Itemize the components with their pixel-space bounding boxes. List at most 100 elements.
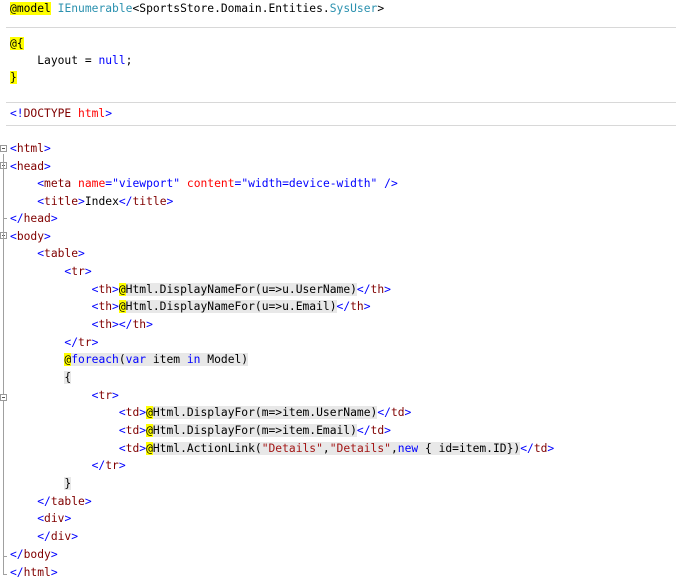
code-line-30[interactable]: <div> [10,510,71,527]
bracket: < [10,230,17,243]
code-line-13[interactable]: </head> [10,210,58,227]
bracket: < [118,424,126,437]
code-line-19[interactable]: <th></th> [10,316,153,333]
collapse-html-icon[interactable] [0,145,7,152]
tag-name: body [23,548,51,561]
code-line-21[interactable]: @foreach(var item in Model) [10,351,249,368]
tag-name: td [125,424,140,437]
bracket: > [44,160,51,173]
code-line-1[interactable]: @model IEnumerable<SportsStore.Domain.En… [10,0,384,17]
code-line-29[interactable]: </table> [10,493,91,510]
type-ienumerable: IEnumerable [57,2,133,15]
code-line-27[interactable]: </tr> [10,457,126,474]
bracket: > [404,406,412,419]
bracket: </ [64,336,79,349]
code-line-15[interactable]: <table> [10,245,85,262]
code-line-20[interactable]: </tr> [10,334,98,351]
code-line-17[interactable]: <th>@Html.DisplayNameFor(u=>u.UserName)<… [10,281,391,298]
layout-assign: Layout = [37,54,99,67]
bracket: > [384,424,391,437]
comma: , [390,442,398,455]
code-line-31[interactable]: </div> [10,528,78,545]
bracket: > [105,107,113,120]
tag-name: tr [105,459,119,472]
code-line-3[interactable]: @{ [10,35,24,52]
bracket: </ [10,548,24,561]
bracket: > [547,442,555,455]
code-line-25[interactable]: <td>@Html.DisplayFor(m=>item.Email)</td> [10,422,391,439]
generic-arg: <SportsStore.Domain.Entities. [132,2,330,15]
code-line-22[interactable]: { [10,369,72,386]
code-line-14[interactable]: <body> [10,228,51,245]
razor-expression: Html.DisplayFor(m=>item.UserName) [152,406,378,419]
code-line-24[interactable]: <td>@Html.DisplayFor(m=>item.UserName)</… [10,404,411,421]
code-line-32[interactable]: </body> [10,546,58,563]
tag-name: td [125,442,140,455]
bracket: > [71,530,79,543]
tag-name: table [44,247,79,260]
bracket: </ [356,283,371,296]
code-line-26[interactable]: <td>@Html.ActionLink("Details","Details"… [10,440,554,457]
bracket: </ [10,566,24,579]
identifier: item [146,353,187,366]
tag-name: title [132,195,167,208]
razor-marker: @ [118,283,126,296]
tag-name: th [98,300,113,313]
tag-name: tr [98,389,113,402]
tag-name: body [16,230,45,243]
brace-close: } [64,477,72,490]
code-line-18[interactable]: <th>@Html.DisplayNameFor(u=>u.Email)</th… [10,298,371,315]
bracket: ></ [112,318,133,331]
bracket: </ [377,406,391,419]
bracket: <! [10,107,24,120]
code-line-28[interactable]: } [10,475,72,492]
code-line-11[interactable]: <meta name="viewport" content="width=dev… [10,175,398,192]
code-line-33[interactable]: </html> [10,564,58,581]
code-editor[interactable]: @model IEnumerable<SportsStore.Domain.En… [0,0,676,584]
code-line-4[interactable]: Layout = null; [10,52,132,69]
brace-open: { [64,371,72,384]
razor-expression: Html.ActionLink( [152,442,262,455]
bracket: > [363,300,371,313]
tag-name: th [98,283,113,296]
code-line-9[interactable]: <html> [10,140,51,157]
fold-end-tick [3,574,7,575]
bracket: </ [10,212,24,225]
collapse-foreach-block-icon[interactable] [0,394,7,401]
code-line-12[interactable]: <title>Index</title> [10,193,173,210]
string-literal: "Details" [329,442,391,455]
attr-value: "width=device-width" [241,177,378,190]
code-line-16[interactable]: <tr> [10,263,91,280]
razor-expression: Html.DisplayNameFor(u=>u.Email) [125,300,337,313]
doctype-html: html [78,107,106,120]
bracket: > [78,195,85,208]
code-line-5[interactable]: } [10,69,17,86]
tag-name: html [23,566,51,579]
bracket: < [10,160,17,173]
code-line-23[interactable]: <tr> [10,387,119,404]
bracket: > [91,336,99,349]
keyword-in: in [186,353,201,366]
tag-name: td [390,406,405,419]
code-line-7[interactable]: <!DOCTYPE html> [10,105,112,122]
tag-name: div [44,512,65,525]
tag-name: td [370,424,385,437]
code-line-10[interactable]: <head> [10,158,51,175]
comma: , [322,442,330,455]
bracket: </ [37,495,51,508]
bracket: < [37,512,45,525]
bracket: </ [91,459,106,472]
bracket: > [118,459,126,472]
